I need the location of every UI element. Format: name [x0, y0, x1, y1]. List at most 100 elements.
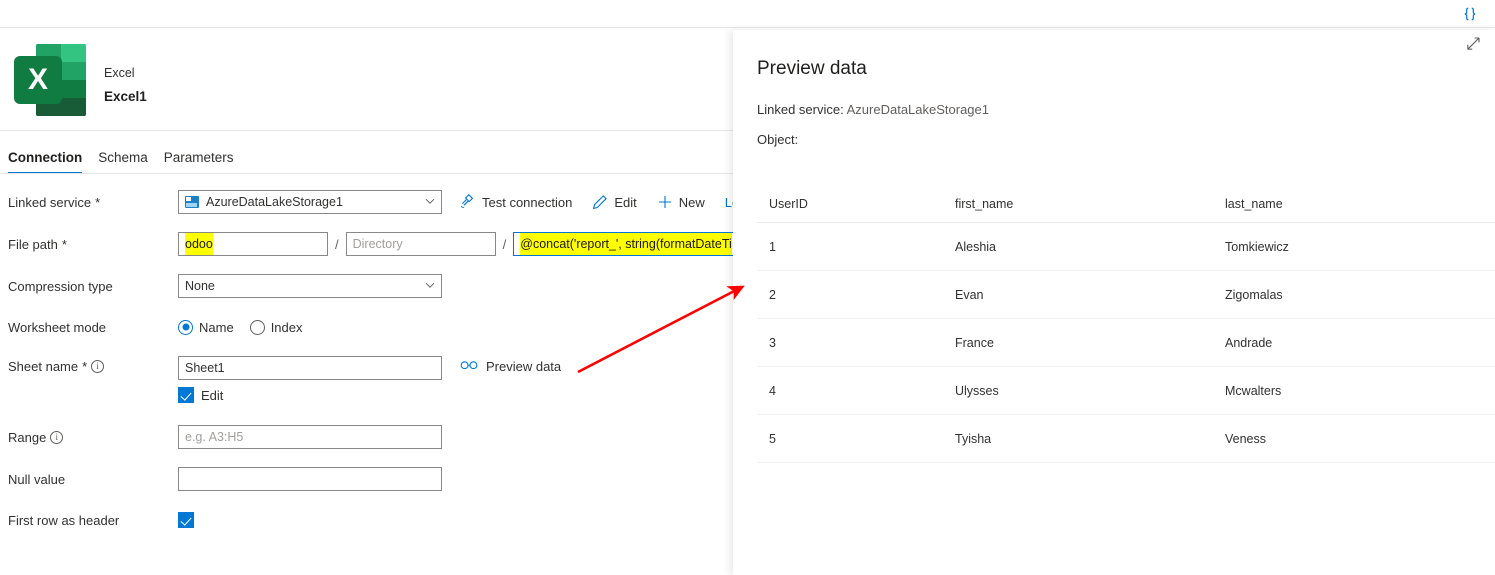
dataset-titles: Excel Excel1: [104, 64, 147, 107]
preview-linked-service-label: Linked service:: [757, 102, 844, 117]
cell-last-name: Andrade: [1225, 335, 1273, 350]
linked-service-label-text: Linked service: [8, 194, 92, 210]
cell-last-name: Zigomalas: [1225, 287, 1283, 302]
excel-icon: X: [14, 44, 86, 120]
compression-type-label-text: Compression type: [8, 278, 113, 294]
tab-parameters[interactable]: Parameters: [164, 150, 234, 174]
range-placeholder: e.g. A3:H5: [185, 430, 244, 444]
tab-schema-label: Schema: [98, 150, 148, 165]
test-connection-label: Test connection: [482, 194, 573, 210]
test-connection-icon: [460, 194, 476, 210]
cell-last-name: Tomkiewicz: [1225, 239, 1289, 254]
tabs-divider: [0, 173, 735, 174]
dataset-editor-pane: X Excel Excel1 Connection Schema Paramet…: [0, 28, 735, 575]
file-path-file-expression: @concat('report_', string(formatDateTi: [520, 233, 732, 255]
preview-data-table: UserID first_name last_name 1 Aleshia To…: [757, 185, 1495, 463]
preview-col-header-first-name: first_name: [955, 196, 1014, 211]
cell-first-name: Aleshia: [955, 239, 996, 254]
cell-userid: 4: [769, 383, 776, 398]
plus-icon: [657, 194, 673, 210]
new-label: New: [678, 194, 705, 210]
worksheet-mode-name-label: Name: [199, 319, 234, 335]
edit-linked-service-button[interactable]: Edit: [592, 194, 637, 210]
app-root: X Excel Excel1 Connection Schema Paramet…: [0, 0, 1495, 575]
field-sheet-name: Sheet name * i Sheet1 Edit Preview data: [0, 356, 735, 403]
file-path-file-input[interactable]: @concat('report_', string(formatDateTi: [513, 232, 735, 256]
sheet-name-edit-checkbox[interactable]: [178, 387, 194, 403]
table-row: 3 France Andrade: [757, 319, 1495, 367]
sheet-name-control: Sheet1 Edit Preview data: [178, 356, 561, 403]
test-connection-button[interactable]: Test connection: [460, 194, 572, 210]
preview-linked-service: Linked service: AzureDataLakeStorage1: [757, 102, 989, 117]
range-control: e.g. A3:H5: [178, 425, 442, 449]
chevron-down-icon: [425, 198, 435, 207]
tab-parameters-label: Parameters: [163, 150, 234, 165]
range-label: Range i: [0, 430, 178, 445]
file-path-container-input[interactable]: odoo: [178, 232, 328, 256]
linked-service-control: AzureDataLakeStorage1 Test connection Ed…: [178, 190, 735, 214]
tab-connection-label: Connection: [8, 150, 83, 165]
info-icon[interactable]: i: [50, 430, 64, 444]
preview-data-button[interactable]: Preview data: [460, 359, 561, 374]
table-row: 2 Evan Zigomalas: [757, 271, 1495, 319]
field-null-value: Null value: [0, 467, 735, 491]
radio-unselected-icon: [249, 319, 265, 335]
edit-label: Edit: [614, 194, 637, 210]
editor-tabs: Connection Schema Parameters: [0, 140, 735, 174]
preview-linked-service-value: AzureDataLakeStorage1: [846, 102, 989, 117]
field-linked-service: Linked service * AzureDataLakeStorage1 T…: [0, 190, 735, 214]
file-path-required-mark: *: [61, 236, 67, 252]
top-strip: [0, 0, 1495, 28]
range-input[interactable]: e.g. A3:H5: [178, 425, 442, 449]
first-row-as-header-label: First row as header: [0, 513, 178, 528]
tab-connection[interactable]: Connection: [8, 150, 83, 174]
worksheet-mode-radio-index[interactable]: Index: [249, 319, 303, 335]
compression-type-control: None: [178, 274, 442, 298]
cell-userid: 1: [769, 239, 776, 254]
worksheet-mode-radio-name[interactable]: Name: [178, 319, 234, 335]
radio-selected-icon: [178, 319, 193, 335]
worksheet-mode-index-label: Index: [270, 319, 303, 335]
sheet-name-required-mark: *: [82, 359, 88, 374]
linked-service-dropdown[interactable]: AzureDataLakeStorage1: [178, 190, 442, 214]
file-path-directory-input[interactable]: Directory: [345, 232, 496, 256]
dataset-name: Excel1: [104, 89, 147, 104]
azure-storage-icon: [185, 196, 199, 208]
sheet-name-value: Sheet1: [185, 361, 225, 375]
sheet-name-edit-label: Edit: [201, 387, 224, 403]
cell-last-name: Mcwalters: [1225, 383, 1282, 398]
field-range: Range i e.g. A3:H5: [0, 425, 735, 449]
sheet-name-block: Sheet1 Edit: [178, 356, 442, 403]
compression-type-dropdown[interactable]: None: [178, 274, 442, 298]
expand-diagonal-icon[interactable]: [1465, 36, 1483, 54]
new-linked-service-button[interactable]: New: [657, 194, 705, 210]
null-value-control: [178, 467, 442, 491]
preview-data-panel: Preview data Linked service: AzureDataLa…: [733, 30, 1495, 575]
preview-panel-title: Preview data: [757, 58, 867, 79]
file-path-label: File path *: [0, 237, 178, 252]
range-label-text: Range: [8, 429, 47, 445]
connection-form: Linked service * AzureDataLakeStorage1 T…: [0, 190, 735, 549]
preview-data-label: Preview data: [486, 359, 562, 374]
worksheet-mode-radio-group: Name Index: [178, 319, 303, 335]
sheet-name-edit-checkbox-row: Edit: [178, 387, 442, 403]
cell-first-name: Evan: [955, 287, 984, 302]
code-view-icon[interactable]: [1459, 4, 1481, 24]
sheet-name-label-text: Sheet name: [8, 359, 79, 374]
preview-col-header-userid: UserID: [769, 196, 808, 211]
compression-type-value: None: [185, 279, 215, 293]
first-row-as-header-checkbox[interactable]: [178, 512, 194, 528]
cell-userid: 5: [769, 431, 776, 446]
file-path-label-text: File path: [8, 236, 58, 252]
tab-schema[interactable]: Schema: [98, 150, 148, 174]
file-path-separator-2: /: [502, 236, 507, 252]
sheet-name-input[interactable]: Sheet1: [178, 356, 442, 380]
null-value-input[interactable]: [178, 467, 442, 491]
field-compression-type: Compression type None: [0, 274, 735, 298]
first-row-as-header-label-text: First row as header: [8, 512, 120, 528]
preview-col-header-last-name: last_name: [1225, 196, 1283, 211]
info-icon[interactable]: i: [91, 360, 105, 373]
null-value-label: Null value: [0, 472, 178, 487]
first-row-as-header-control: [178, 512, 194, 528]
table-row: 5 Tyisha Veness: [757, 415, 1495, 463]
